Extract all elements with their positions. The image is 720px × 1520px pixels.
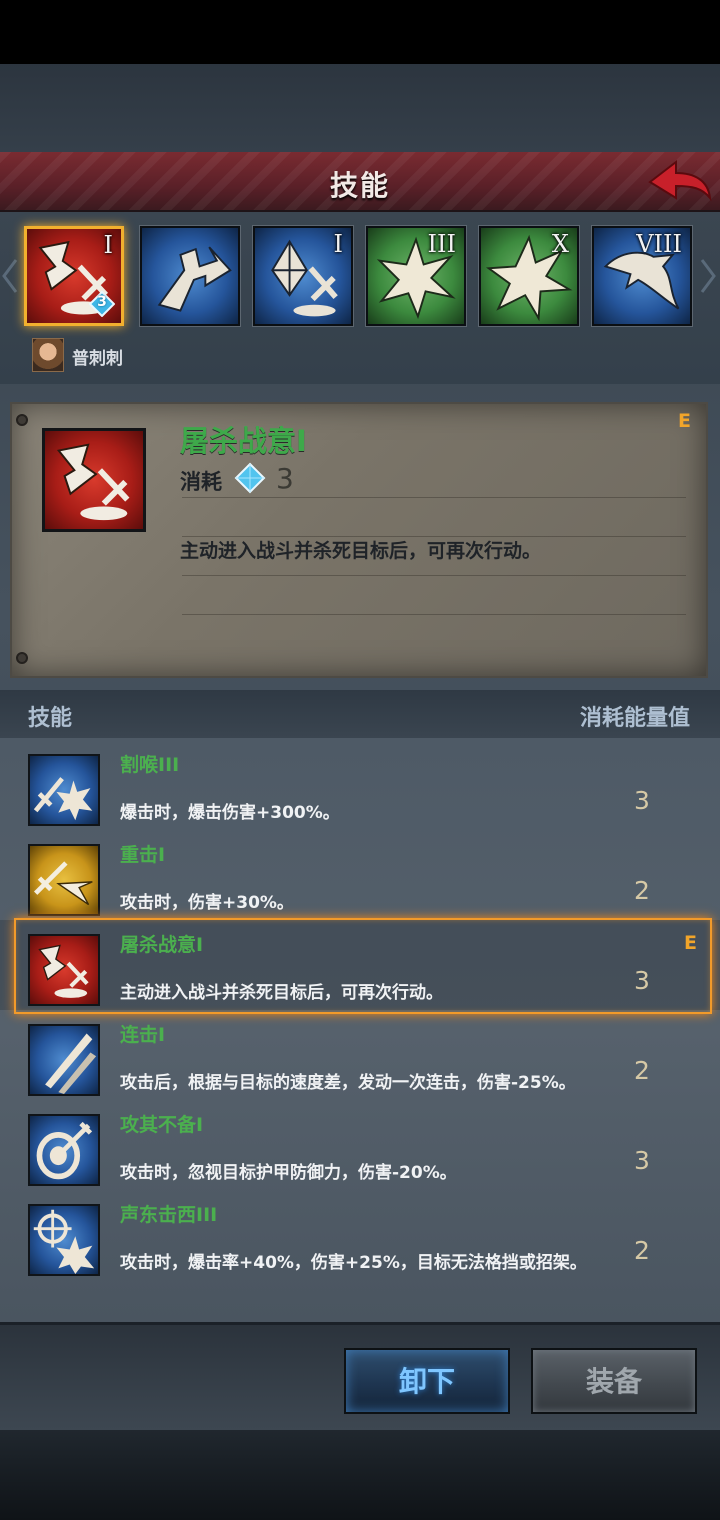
unequip-button[interactable]: 卸下 [344, 1348, 510, 1414]
slot-level: III [427, 230, 456, 258]
skill-slot-6[interactable]: VIII [592, 226, 692, 326]
hero-avatar[interactable] [32, 338, 64, 372]
scroll-left-arrow-icon[interactable] [2, 258, 18, 294]
slaughter-sword-icon [56, 443, 130, 521]
skill-row[interactable]: 声东击西III 攻击时，爆击率+40%，伤害+25%，目标无法格挡或招架。 2 [0, 1190, 720, 1280]
slot-level: I [103, 231, 113, 259]
shield-pierce-icon [36, 1121, 93, 1180]
skill-icon [28, 1114, 100, 1186]
detail-skill-icon [42, 428, 146, 532]
back-arrow-icon[interactable] [646, 156, 714, 206]
energy-gem-icon [234, 462, 266, 494]
sword-burst-icon [33, 777, 93, 821]
gem-cost-badge: 3 [89, 291, 115, 317]
skill-row[interactable]: 割喉III 爆击时，爆击伤害+300%。 3 [0, 740, 720, 830]
charge-arrow-icon [157, 246, 232, 312]
skill-cost: 3 [634, 786, 650, 815]
skill-row[interactable]: 重击I 攻击时，伤害+30%。 2 [0, 830, 720, 920]
title-banner: 技能 [0, 152, 720, 212]
page-title: 技能 [329, 169, 390, 202]
skill-slot-3[interactable]: I [253, 226, 353, 326]
skill-row-equipped[interactable]: 屠杀战意I 主动进入战斗并杀死目标后，可再次行动。 3 E [0, 918, 720, 1014]
skill-name: 声东击西III [120, 1204, 218, 1226]
target-burst-icon [33, 1209, 95, 1274]
skill-description: 攻击后，根据与目标的速度差，发动一次连击，伤害-25%。 [120, 1073, 576, 1093]
cost-label: 消耗 [180, 470, 222, 494]
rank-badge: E [678, 410, 691, 432]
equip-button[interactable]: 装备 [531, 1348, 697, 1414]
sword-arrow-icon [33, 861, 93, 906]
slot-level: I [333, 230, 343, 258]
skill-description: 爆击时，爆击伤害+300%。 [120, 803, 340, 823]
skill-name: 攻其不备I [120, 1114, 204, 1136]
hero-name: 普刺刺 [72, 349, 123, 369]
skill-description: 主动进入战斗并杀死目标后，可再次行动。 [120, 983, 443, 1003]
skill-cost: 2 [634, 1236, 650, 1265]
skill-name: 屠杀战意I [120, 934, 204, 956]
scroll-right-arrow-icon[interactable] [700, 258, 716, 294]
skill-cost: 3 [634, 966, 650, 995]
skill-description: 攻击时，伤害+30%。 [120, 893, 294, 913]
column-skill: 技能 [28, 706, 73, 731]
skill-cost: 2 [634, 876, 650, 905]
skill-name: 重击I [120, 844, 166, 866]
skill-icon [28, 844, 100, 916]
skill-icon [28, 934, 100, 1006]
skill-slot-4[interactable]: III [366, 226, 466, 326]
skill-icon [28, 1204, 100, 1276]
skill-name: 连击I [120, 1024, 166, 1046]
skill-row[interactable]: 攻其不备I 攻击时，忽视目标护甲防御力，伤害-20%。 3 [0, 1100, 720, 1190]
skill-slot-1[interactable]: I 3 [24, 226, 124, 326]
skill-description: 攻击时，忽视目标护甲防御力，伤害-20%。 [120, 1163, 457, 1183]
skill-row[interactable]: 连击I 攻击后，根据与目标的速度差，发动一次连击，伤害-25%。 2 [0, 1010, 720, 1100]
slaughter-sword-icon [38, 944, 89, 998]
skill-cost: 3 [634, 1146, 650, 1175]
skill-name: 割喉III [120, 754, 180, 776]
cost-value: 3 [276, 462, 294, 495]
column-energy-cost: 消耗能量值 [579, 706, 690, 731]
skill-icon [28, 1024, 100, 1096]
status-bar [0, 0, 720, 64]
detail-skill-name: 屠杀战意I [180, 424, 307, 458]
double-blade-icon [45, 1033, 97, 1094]
bolt-icon [16, 414, 28, 426]
bolt-icon [16, 652, 28, 664]
slot-level: X [551, 230, 569, 258]
rank-badge: E [684, 932, 697, 954]
slot-level: VIII [636, 230, 682, 258]
skill-slot-2[interactable] [140, 226, 240, 326]
skill-icon [28, 754, 100, 826]
skill-cost: 2 [634, 1056, 650, 1085]
nav-bar [0, 1430, 720, 1520]
skill-description: 攻击时，爆击率+40%，伤害+25%，目标无法格挡或招架。 [120, 1253, 587, 1273]
detail-description: 主动进入战斗并杀死目标后，可再次行动。 [180, 540, 542, 562]
skill-slot-5[interactable]: X [479, 226, 579, 326]
